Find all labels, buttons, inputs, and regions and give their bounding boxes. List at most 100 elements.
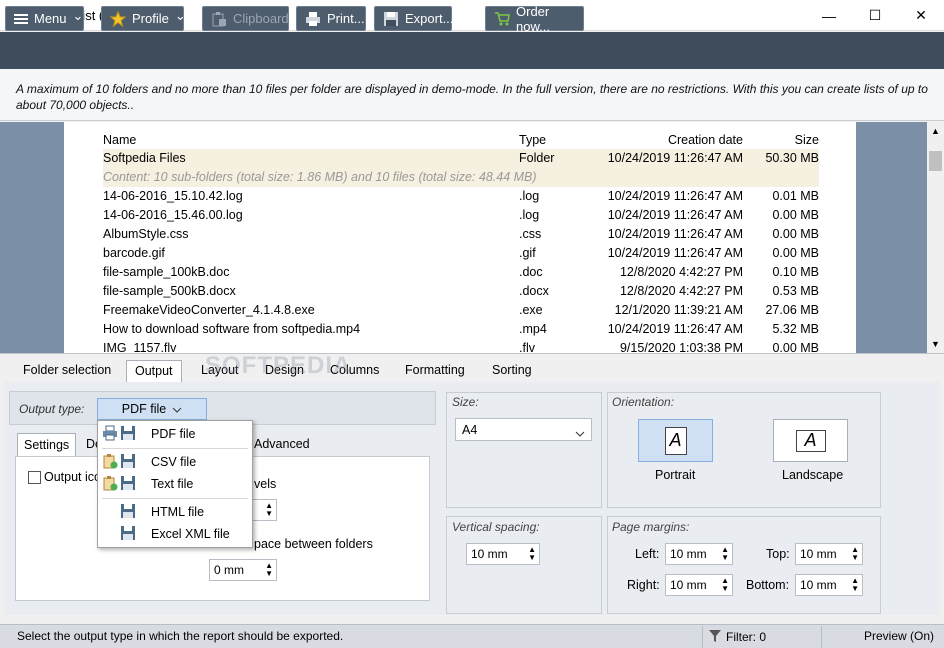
tab-formatting[interactable]: Formatting bbox=[397, 360, 473, 382]
file-date: 10/24/2019 11:26:47 AM bbox=[607, 227, 743, 241]
option-text-label: Text file bbox=[151, 477, 194, 491]
scroll-up-icon[interactable]: ▲ bbox=[931, 126, 940, 136]
star-icon bbox=[110, 10, 126, 27]
maximize-button[interactable]: ☐ bbox=[852, 0, 898, 31]
report-preview[interactable]: Name Type Creation date Size Softpedia F… bbox=[0, 122, 944, 353]
folder-row: Softpedia Files Folder 10/24/2019 11:26:… bbox=[103, 149, 819, 168]
file-size: 27.06 MB bbox=[765, 303, 819, 317]
margin-bottom-value: 10 mm bbox=[800, 578, 837, 592]
file-size: 0.10 MB bbox=[772, 265, 819, 279]
size-select[interactable]: A4 bbox=[455, 418, 592, 441]
watermark: SOFTPEDIA bbox=[205, 352, 352, 379]
file-size: 0.00 MB bbox=[772, 227, 819, 241]
margin-left-spinner[interactable]: 10 mm ▲ ▼ bbox=[665, 543, 733, 565]
portrait-button[interactable]: A bbox=[638, 419, 713, 462]
chevron-down-icon bbox=[172, 402, 182, 416]
tab-sorting[interactable]: Sorting bbox=[484, 360, 540, 382]
clipboard-icon bbox=[211, 11, 227, 27]
profile-button[interactable]: Profile ⌄ bbox=[101, 6, 186, 31]
filter-button[interactable]: Filter: 0 bbox=[702, 626, 818, 648]
file-date: 12/1/2020 11:39:21 AM bbox=[614, 303, 743, 317]
file-date: 10/24/2019 11:26:47 AM bbox=[607, 322, 743, 336]
spinner-arrows-icon[interactable]: ▲ ▼ bbox=[265, 562, 273, 578]
option-text[interactable]: Text file bbox=[98, 473, 252, 495]
scrollbar-thumb[interactable] bbox=[929, 151, 942, 171]
folder-size: 50.30 MB bbox=[765, 151, 819, 165]
separator bbox=[102, 498, 248, 499]
table-row: file-sample_500kB.docx .docx 12/8/2020 4:4… bbox=[103, 282, 819, 301]
spinner-arrows-icon[interactable]: ▲ ▼ bbox=[851, 577, 859, 593]
subtab-advanced[interactable]: Advanced bbox=[248, 433, 316, 456]
subtab-settings[interactable]: Settings bbox=[17, 433, 77, 456]
print-button[interactable]: Print... bbox=[296, 6, 366, 31]
clipboard-label: Clipboard bbox=[233, 11, 289, 26]
table-row: AlbumStyle.css .css 10/24/2019 11:26:47 AM… bbox=[103, 225, 819, 244]
option-excel-xml[interactable]: Excel XML file bbox=[98, 523, 252, 545]
margin-bottom-label: Bottom: bbox=[746, 578, 790, 592]
file-type: .log bbox=[519, 189, 540, 203]
scroll-down-icon[interactable]: ▼ bbox=[931, 339, 940, 349]
output-type-dropdown: PDF file CSV file Text file HTML file Ex… bbox=[97, 420, 253, 548]
header-size: Size bbox=[794, 133, 819, 147]
file-type: .doc bbox=[519, 265, 543, 279]
spinner-arrows-icon[interactable]: ▲ ▼ bbox=[528, 546, 536, 562]
minimize-button[interactable]: — bbox=[806, 0, 852, 31]
file-size: 0.00 MB bbox=[772, 208, 819, 222]
order-now-button[interactable]: Order now... bbox=[485, 4, 584, 34]
folder-spacing-spinner[interactable]: 0 mm ▲ ▼ bbox=[209, 559, 277, 581]
margin-right-spinner[interactable]: 10 mm ▲ ▼ bbox=[665, 574, 733, 596]
spinner-arrows-icon[interactable]: ▲ ▼ bbox=[721, 577, 729, 593]
margin-top-value: 10 mm bbox=[800, 547, 837, 561]
margin-top-spinner[interactable]: 10 mm ▲ ▼ bbox=[795, 543, 863, 565]
margin-bottom-spinner[interactable]: 10 mm ▲ ▼ bbox=[795, 574, 863, 596]
profile-label: Profile bbox=[132, 11, 169, 26]
spinner-arrows-icon[interactable]: ▲ ▼ bbox=[721, 546, 729, 562]
option-pdf[interactable]: PDF file bbox=[98, 423, 252, 445]
file-type: .log bbox=[519, 208, 540, 222]
spinner-arrows-icon[interactable]: ▲ ▼ bbox=[851, 546, 859, 562]
vertical-spacing-spinner[interactable]: 10 mm ▲ ▼ bbox=[466, 543, 540, 565]
clipboard-button[interactable]: Clipboard bbox=[202, 6, 289, 31]
file-date: 12/8/2020 4:42:27 PM bbox=[619, 265, 743, 279]
file-name: 14-06-2016_15.10.42.log bbox=[103, 189, 243, 203]
chevron-down-icon: ⌄ bbox=[174, 7, 186, 23]
margin-right-label: Right: bbox=[627, 578, 660, 592]
size-label: Size: bbox=[452, 395, 479, 409]
file-name: barcode.gif bbox=[103, 246, 165, 260]
levels-spinner[interactable]: ▲ ▼ bbox=[252, 499, 277, 521]
file-size: 0.00 MB bbox=[772, 246, 819, 260]
table-row: 14-06-2016_15.10.42.log .log 10/24/2019 11… bbox=[103, 187, 819, 206]
file-size: 0.00 MB bbox=[772, 341, 819, 353]
tab-folder-selection[interactable]: Folder selection bbox=[15, 360, 119, 382]
margin-left-label: Left: bbox=[635, 547, 660, 561]
close-button[interactable]: ✕ bbox=[898, 0, 944, 31]
space-between-folders-label: pace between folders bbox=[254, 537, 373, 551]
file-type: .gif bbox=[519, 246, 536, 260]
file-type: .exe bbox=[519, 303, 543, 317]
printer-icon bbox=[102, 425, 118, 444]
file-name: file-sample_100kB.doc bbox=[103, 265, 230, 279]
export-button[interactable]: Export... bbox=[374, 6, 453, 31]
output-type-select[interactable]: PDF file bbox=[97, 398, 207, 420]
header-name: Name bbox=[103, 133, 137, 147]
landscape-page-icon: A bbox=[795, 429, 826, 452]
output-icons-label: Output ico bbox=[44, 470, 101, 484]
option-csv[interactable]: CSV file bbox=[98, 451, 252, 473]
option-html[interactable]: HTML file bbox=[98, 501, 252, 523]
output-icons-checkbox[interactable] bbox=[28, 471, 41, 484]
header-date: Creation date bbox=[667, 133, 743, 147]
file-type: .docx bbox=[519, 284, 549, 298]
landscape-button[interactable]: A bbox=[773, 419, 848, 462]
tab-output[interactable]: Output bbox=[126, 360, 182, 382]
option-csv-label: CSV file bbox=[151, 455, 197, 469]
spinner-arrows-icon[interactable]: ▲ ▼ bbox=[265, 502, 273, 518]
status-bar: Select the output type in which the repo… bbox=[0, 624, 944, 648]
file-date: 12/8/2020 4:42:27 PM bbox=[619, 284, 743, 298]
demo-info-text: A maximum of 10 folders and no more than… bbox=[0, 69, 944, 121]
folder-type: Folder bbox=[519, 151, 555, 165]
chevron-down-icon: ⌄ bbox=[72, 7, 84, 23]
menu-button[interactable]: Menu ⌄ bbox=[5, 6, 84, 31]
preview-toggle[interactable]: Preview (On) bbox=[821, 626, 944, 648]
file-date: 10/24/2019 11:26:47 AM bbox=[607, 246, 743, 260]
separator bbox=[102, 448, 248, 449]
